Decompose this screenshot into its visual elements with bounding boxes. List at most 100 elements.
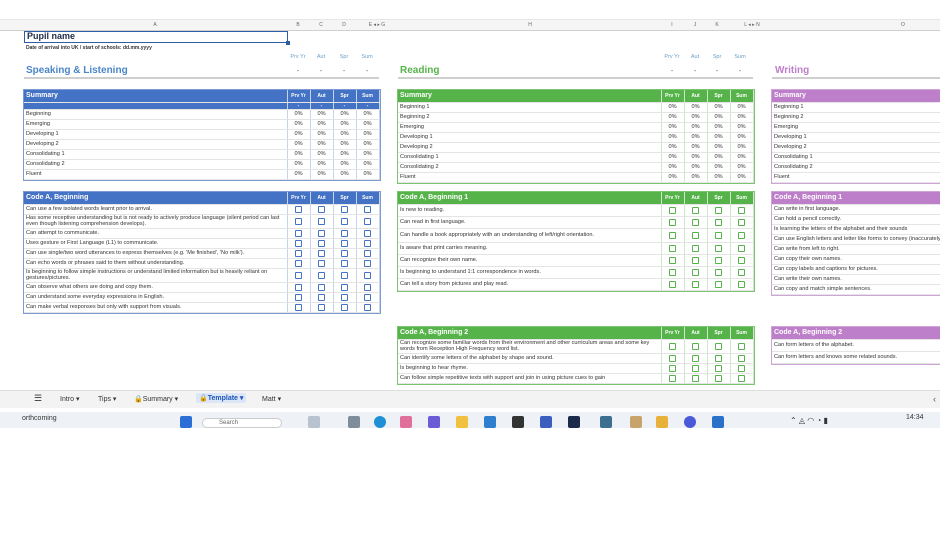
checkbox[interactable] [692,256,699,264]
checkbox[interactable] [738,244,745,252]
checkbox[interactable] [364,259,371,267]
checkbox[interactable] [738,354,745,362]
checkbox[interactable] [364,217,371,225]
checkbox[interactable] [318,271,325,279]
checkbox[interactable] [295,217,302,225]
taskbar-clock[interactable]: 14:34 [906,414,924,421]
checkbox[interactable] [715,244,722,252]
col-header-a[interactable]: A [153,22,156,28]
checkbox[interactable] [692,374,699,382]
checkbox[interactable] [692,342,699,350]
sheet-tab-matt[interactable]: Matt ▾ [262,395,281,403]
checkbox[interactable] [364,249,371,257]
checkbox[interactable] [715,364,722,372]
checkbox[interactable] [341,259,348,267]
col-header-j[interactable]: J [694,22,697,28]
checkbox[interactable] [364,303,371,311]
checkbox[interactable] [692,268,699,276]
system-tray-icons[interactable]: ⌃ ◬ ◠ ◔ ▮ [790,416,828,425]
col-header-i[interactable]: I [671,22,672,28]
checkbox[interactable] [341,303,348,311]
checkbox[interactable] [715,256,722,264]
col-header-k[interactable]: K [715,22,718,28]
checkbox[interactable] [669,244,676,252]
checkbox[interactable] [669,231,676,239]
scroll-left-icon[interactable]: ‹ [933,394,936,404]
checkbox[interactable] [692,354,699,362]
task-view-icon[interactable] [348,416,360,428]
edge-browser-icon[interactable] [374,416,386,428]
checkbox[interactable] [364,229,371,237]
checkbox[interactable] [341,217,348,225]
checkbox[interactable] [738,218,745,226]
checkbox[interactable] [364,205,371,213]
checkbox[interactable] [715,374,722,382]
teams-icon[interactable] [428,416,440,428]
checkbox[interactable] [318,239,325,247]
col-header-d[interactable]: D [342,22,346,28]
checkbox[interactable] [341,205,348,213]
checkbox[interactable] [318,283,325,291]
checkbox[interactable] [669,280,676,288]
checkbox[interactable] [669,218,676,226]
checkbox[interactable] [692,231,699,239]
pupil-name-cell[interactable]: Pupil name [24,31,290,45]
photo-viewer-icon[interactable] [600,416,612,428]
checkbox[interactable] [669,256,676,264]
checkbox[interactable] [341,293,348,301]
checkbox[interactable] [669,268,676,276]
checkbox[interactable] [318,229,325,237]
checkbox[interactable] [318,293,325,301]
widgets-icon[interactable] [308,416,320,428]
col-header-b[interactable]: B [296,22,299,28]
paint-icon[interactable] [630,416,642,428]
checkbox[interactable] [692,206,699,214]
checkbox[interactable] [738,374,745,382]
checkbox[interactable] [364,239,371,247]
checkbox[interactable] [295,283,302,291]
checkbox[interactable] [692,280,699,288]
checkbox[interactable] [715,354,722,362]
checkbox[interactable] [669,206,676,214]
col-header-h[interactable]: H [528,22,532,28]
checkbox[interactable] [318,205,325,213]
outlook-icon[interactable] [712,416,724,428]
checkbox[interactable] [364,271,371,279]
checkbox[interactable] [738,256,745,264]
checkbox[interactable] [669,342,676,350]
all-sheets-menu-icon[interactable]: ☰ [34,393,42,404]
checkbox[interactable] [692,218,699,226]
store-icon[interactable] [484,416,496,428]
col-header-l-n[interactable]: L ◂ ▸ N [744,22,759,28]
col-header-o[interactable]: O [901,22,905,28]
checkbox[interactable] [341,283,348,291]
checkbox[interactable] [318,217,325,225]
checkbox[interactable] [295,239,302,247]
sheet-tab-intro[interactable]: Intro ▾ [60,395,79,403]
checkbox[interactable] [669,354,676,362]
col-header-e-g[interactable]: E ◂ ▸ G [369,22,385,28]
checkbox[interactable] [364,293,371,301]
star-app-icon[interactable] [568,416,580,428]
checkbox[interactable] [738,268,745,276]
checkbox[interactable] [341,271,348,279]
checkbox[interactable] [715,206,722,214]
col-header-c[interactable]: C [319,22,323,28]
checkbox[interactable] [715,280,722,288]
app-grid-icon[interactable] [512,416,524,428]
checkbox[interactable] [318,259,325,267]
checkbox[interactable] [295,249,302,257]
checkbox[interactable] [295,259,302,267]
file-explorer-icon[interactable] [456,416,468,428]
checkbox[interactable] [341,249,348,257]
chat-app-icon[interactable] [684,416,696,428]
checkbox[interactable] [364,283,371,291]
checkbox[interactable] [715,342,722,350]
checkbox[interactable] [295,229,302,237]
checkbox[interactable] [669,374,676,382]
checkbox[interactable] [738,206,745,214]
checkbox[interactable] [295,271,302,279]
checkbox[interactable] [692,364,699,372]
checkbox[interactable] [738,280,745,288]
windows-start-icon[interactable] [180,416,192,428]
